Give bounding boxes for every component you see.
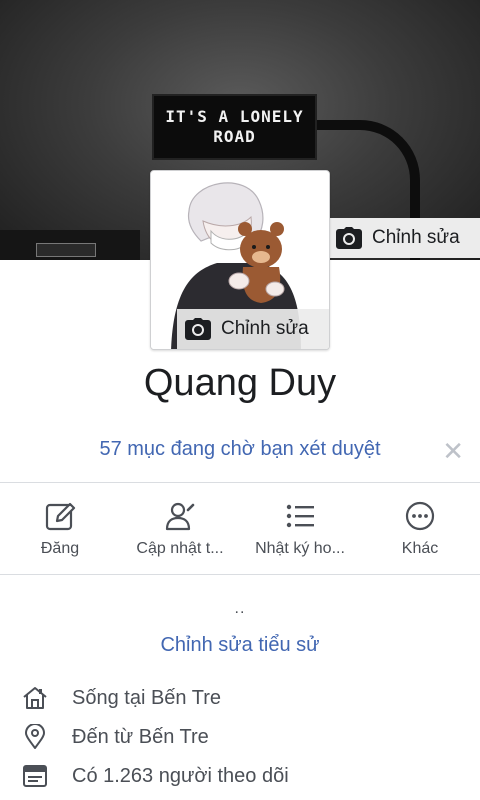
update-info-icon xyxy=(165,502,195,531)
info-row-lives-in: Sống tại Bến Tre xyxy=(22,683,221,713)
close-icon[interactable]: ✕ xyxy=(442,438,464,464)
post-label: Đăng xyxy=(40,540,80,557)
from-text: Đến từ Bến Tre xyxy=(72,725,209,748)
activity-log-icon xyxy=(286,504,314,528)
update-info-label: Cập nhật t... xyxy=(136,540,224,557)
followers-text: Có 1.263 người theo dõi xyxy=(72,764,289,787)
camera-icon xyxy=(185,318,211,340)
post-button[interactable]: Đăng xyxy=(0,490,120,570)
activity-log-label: Nhật ký ho... xyxy=(255,540,345,557)
followers-icon xyxy=(23,765,47,787)
profile-name: Quang Duy xyxy=(143,362,337,404)
more-label: Khác xyxy=(401,540,439,557)
camera-icon xyxy=(336,227,362,249)
sign-text-line1: IT'S A LONELY xyxy=(165,107,304,126)
edit-profile-picture-label: Chỉnh sửa xyxy=(221,318,309,339)
bio-text: .. xyxy=(234,600,246,617)
location-pin-icon xyxy=(25,724,45,749)
edit-post-icon xyxy=(45,502,76,531)
update-info-button[interactable]: Cập nhật t... xyxy=(120,490,240,570)
pending-review-banner: 57 mục đang chờ bạn xét duyệt ✕ xyxy=(0,436,480,466)
info-row-from: Đến từ Bến Tre xyxy=(22,722,209,752)
road-sign: IT'S A LONELY ROAD xyxy=(152,94,317,160)
more-button[interactable]: Khác xyxy=(360,490,480,570)
more-icon xyxy=(405,501,435,531)
lives-in-text: Sống tại Bến Tre xyxy=(72,686,221,709)
edit-cover-label: Chỉnh sửa xyxy=(372,227,460,248)
divider xyxy=(0,574,480,575)
edit-bio-link[interactable]: Chỉnh sửa tiểu sử xyxy=(0,634,480,657)
edit-profile-picture-button[interactable]: Chỉnh sửa xyxy=(177,309,329,349)
sign-text-line2: ROAD xyxy=(213,127,256,146)
pending-review-link[interactable]: 57 mục đang chờ bạn xét duyệt xyxy=(0,438,480,461)
cover-building-light xyxy=(36,243,96,257)
divider xyxy=(0,482,480,483)
info-row-followers: Có 1.263 người theo dõi xyxy=(22,761,289,791)
home-icon xyxy=(23,687,47,709)
profile-actions: Đăng Cập nhật t... Nhật ký ho... Khác xyxy=(0,490,480,570)
edit-cover-button[interactable]: Chỉnh sửa xyxy=(330,218,480,258)
profile-picture[interactable]: Chỉnh sửa xyxy=(150,170,330,350)
activity-log-button[interactable]: Nhật ký ho... xyxy=(240,490,360,570)
